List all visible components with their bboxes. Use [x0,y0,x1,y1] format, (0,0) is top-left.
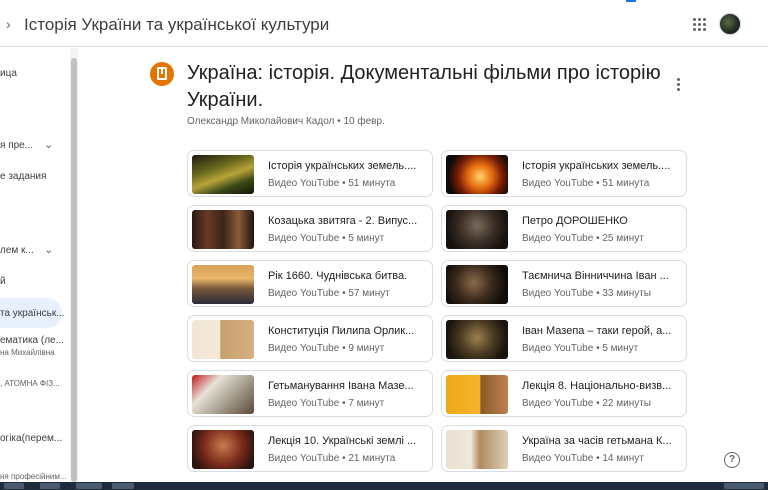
sidebar-item[interactable]: я пре... [0,140,33,151]
video-thumbnail[interactable] [446,430,508,469]
video-thumbnail[interactable] [192,265,254,304]
video-meta: Видео YouTube • 33 минуты [522,288,651,299]
video-thumbnail[interactable] [446,320,508,359]
video-meta: Видео YouTube • 14 минут [522,453,644,464]
video-title[interactable]: Петро ДОРОШЕНКО [522,215,680,227]
video-title[interactable]: Лекція 10. Українські землі ... [268,435,426,447]
video-title[interactable]: Конституція Пилипа Орлик... [268,325,426,337]
video-card[interactable]: Лекція 8. Національно-визв... Видео YouT… [441,370,687,417]
video-thumbnail[interactable] [192,430,254,469]
video-card[interactable]: Іван Мазепа – таки герой, а... Видео You… [441,315,687,362]
sidebar-item-sub: на Михайлівна [0,348,55,357]
video-title[interactable]: Україна за часів гетьмана К... [522,435,680,447]
sidebar-item-subtitle: на Михайлівна [0,348,55,357]
video-thumbnail[interactable] [192,375,254,414]
video-meta: Видео YouTube • 5 минут [268,233,385,244]
material-detail: Україна: історія. Документальні фільми п… [80,48,768,482]
video-card[interactable]: Петро ДОРОШЕНКО Видео YouTube • 25 минут [441,205,687,252]
more-vert-icon[interactable] [674,78,682,94]
video-meta: Видео YouTube • 57 минут [268,288,390,299]
chevron-down-icon[interactable]: ⌄ [44,243,53,256]
video-card[interactable]: Україна за часів гетьмана К... Видео You… [441,425,687,472]
sidebar-item[interactable]: , АТОМНА ФІЗ... [0,379,60,388]
video-title[interactable]: Гетьманування Івана Мазе... [268,380,426,392]
taskbar-item[interactable] [4,483,24,489]
sidebar-item-label: е задания [0,171,47,182]
video-thumbnail[interactable] [446,265,508,304]
video-title[interactable]: Історія українських земель.... [522,160,680,172]
video-title[interactable]: Таємнича Вінниччина Іван ... [522,270,680,282]
video-thumbnail[interactable] [446,155,508,194]
video-meta: Видео YouTube • 21 минута [268,453,396,464]
video-card[interactable]: Історія українських земель.... Видео You… [441,150,687,197]
sidebar-item-label: я пре... [0,140,34,151]
sidebar-scrollbar-thumb[interactable] [71,58,77,482]
video-meta: Видео YouTube • 51 минута [522,178,650,189]
video-meta: Видео YouTube • 51 минута [268,178,396,189]
sidebar-item[interactable]: е задания [0,171,46,182]
video-meta: Видео YouTube • 22 минуты [522,398,651,409]
sidebar-item[interactable]: ня професійним... [0,472,67,481]
taskbar-clock [724,483,764,489]
sidebar-item[interactable]: лем к... [0,245,34,256]
video-meta: Видео YouTube • 25 минут [522,233,644,244]
class-title[interactable]: Історія України та української культури [24,15,329,35]
taskbar-item[interactable] [76,483,102,489]
sidebar-item-label: лем к... [0,245,34,256]
taskbar-item[interactable] [40,483,60,489]
sidebar-item-active[interactable]: та українськ... [0,308,65,319]
video-card[interactable]: Конституція Пилипа Орлик... Видео YouTub… [187,315,433,362]
video-card[interactable]: Таємнича Вінниччина Іван ... Видео YouTu… [441,260,687,307]
video-thumbnail[interactable] [192,155,254,194]
video-thumbnail[interactable] [192,320,254,359]
video-title[interactable]: Козацька звитяга - 2. Випус... [268,215,426,227]
sidebar-item-label: ематика (ле... [0,335,64,346]
sidebar-item-label: огіка(перем... [0,433,63,444]
video-title[interactable]: Іван Мазепа – таки герой, а... [522,325,680,337]
video-meta: Видео YouTube • 7 минут [268,398,385,409]
video-thumbnail[interactable] [192,210,254,249]
sidebar-item-label: ица [0,68,17,79]
video-title[interactable]: Рік 1660. Чуднівська битва. [268,270,426,282]
sidebar-item-label: , АТОМНА ФІЗ... [0,379,60,388]
video-card[interactable]: Лекція 10. Українські землі ... Видео Yo… [187,425,433,472]
video-meta: Видео YouTube • 5 минут [522,343,639,354]
video-card[interactable]: Козацька звитяга - 2. Випус... Видео You… [187,205,433,252]
video-card[interactable]: Гетьманування Івана Мазе... Видео YouTub… [187,370,433,417]
sidebar-item-label: та українськ... [0,308,65,319]
os-taskbar [0,482,768,490]
app-header: › Історія України та української культур… [0,3,768,47]
sidebar-item[interactable]: ица [0,68,17,79]
video-title[interactable]: Історія українських земель.... [268,160,426,172]
video-meta: Видео YouTube • 9 минут [268,343,385,354]
video-card[interactable]: Історія українських земель.... Видео You… [187,150,433,197]
taskbar-item[interactable] [112,483,134,489]
video-thumbnail[interactable] [446,375,508,414]
tab-indicator [626,0,636,2]
chevron-down-icon[interactable]: ⌄ [44,138,53,151]
video-title[interactable]: Лекція 8. Національно-визв... [522,380,680,392]
post-meta: Олександр Миколайович Кадол • 10 февр. [187,116,385,127]
sidebar-item-label: ня професійним... [0,472,67,481]
sidebar-item[interactable]: й [0,276,6,287]
help-icon[interactable]: ? [724,452,740,468]
sidebar: ица я пре... ⌄ е задания лем к... ⌄ й та… [0,48,80,482]
video-thumbnail[interactable] [446,210,508,249]
material-icon [150,62,174,86]
chevron-right-icon[interactable]: › [6,16,18,32]
apps-grid-icon[interactable] [693,18,706,31]
avatar[interactable] [719,13,741,35]
video-card[interactable]: Рік 1660. Чуднівська битва. Видео YouTub… [187,260,433,307]
post-title: Україна: історія. Документальні фільми п… [187,62,661,111]
sidebar-item-label: й [0,276,6,287]
sidebar-item[interactable]: огіка(перем... [0,433,62,444]
sidebar-item[interactable]: ематика (ле... [0,335,64,346]
